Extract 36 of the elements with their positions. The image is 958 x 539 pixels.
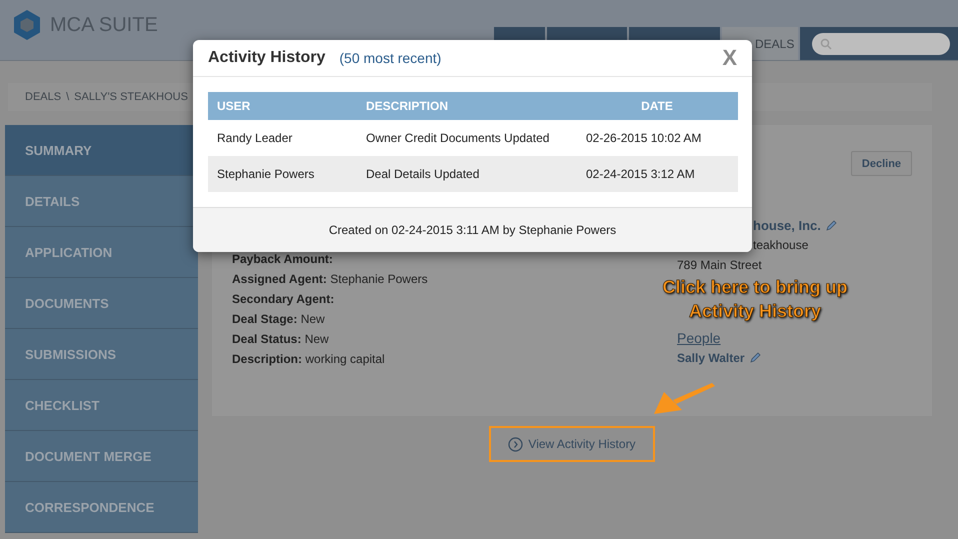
column-header: DATE bbox=[641, 99, 673, 113]
sidebar-item[interactable]: DOCUMENTS bbox=[5, 278, 198, 329]
pointer-arrow bbox=[654, 383, 715, 414]
sidebar-item[interactable]: SUBMISSIONS bbox=[5, 329, 198, 380]
sidebar-item[interactable]: DOCUMENT MERGE bbox=[5, 431, 198, 482]
pencil-icon[interactable] bbox=[824, 220, 837, 232]
dialog-title: Activity History bbox=[208, 49, 326, 67]
search-icon bbox=[820, 38, 832, 50]
business-name: house, Inc. bbox=[753, 218, 821, 233]
sidebar-item[interactable]: CHECKLIST bbox=[5, 380, 198, 431]
hexagon-logo-icon bbox=[12, 9, 42, 41]
address-line: teakhouse bbox=[753, 238, 810, 253]
deal-field: Description: working capital bbox=[232, 352, 677, 367]
search-field[interactable] bbox=[812, 32, 950, 54]
table-cell-text: Stephanie Powers bbox=[217, 167, 316, 181]
column-header: USER bbox=[217, 99, 250, 113]
dialog-subtitle: (50 most recent) bbox=[339, 50, 442, 66]
table-cell-text: 02-24-2015 3:12 AM bbox=[586, 167, 696, 181]
breadcrumb-separator: \ bbox=[66, 91, 70, 103]
decline-button[interactable]: Decline bbox=[851, 151, 912, 176]
contact-name: Sally Walter bbox=[677, 351, 745, 365]
address-line: 789 Main Street bbox=[677, 258, 763, 273]
column-header: DESCRIPTION bbox=[366, 99, 448, 113]
breadcrumb-current: SALLY'S STEAKHOUS bbox=[74, 91, 188, 103]
people-link[interactable]: People bbox=[677, 330, 837, 346]
table-cell-text: Deal Details Updated bbox=[366, 167, 480, 181]
sidebar-item[interactable]: CORRESPONDENCE bbox=[5, 482, 198, 533]
table-cell-text: Randy Leader bbox=[217, 131, 294, 145]
pencil-icon[interactable] bbox=[748, 352, 761, 364]
view-history-button[interactable]: View Activity History bbox=[489, 426, 655, 462]
created-note: Created on 02-24-2015 3:11 AM by Stephanie Powers bbox=[328, 223, 616, 237]
deal-field: Deal Status: New bbox=[232, 332, 677, 347]
table-cell-text: Owner Credit Documents Updated bbox=[366, 131, 550, 145]
breadcrumb-link[interactable]: DEALS bbox=[25, 91, 62, 103]
table-cell-text: 02-26-2015 10:02 AM bbox=[586, 131, 702, 145]
deal-field: Payback Amount: bbox=[232, 252, 677, 267]
